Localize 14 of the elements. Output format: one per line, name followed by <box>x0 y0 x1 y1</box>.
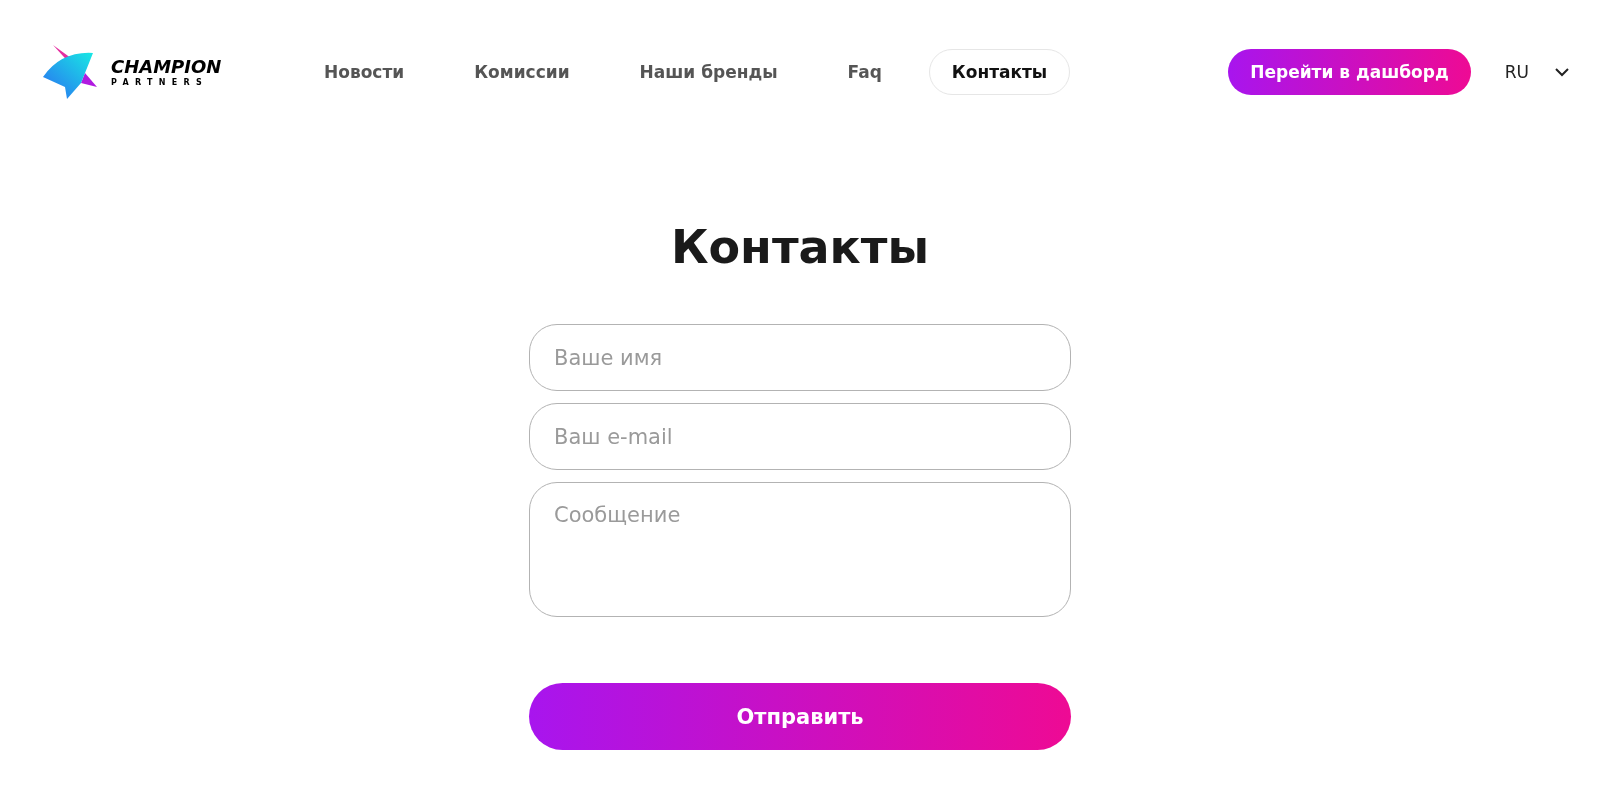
page-title: Контакты <box>670 220 930 274</box>
submit-button[interactable]: Отправить <box>529 683 1071 750</box>
nav-tab[interactable]: Комиссии <box>451 49 593 95</box>
input-field[interactable]: Ваш e-mail <box>529 403 1071 470</box>
dashboard-button[interactable]: Перейти в дашборд <box>1228 49 1471 95</box>
nav-tab[interactable]: Faq <box>824 49 905 95</box>
nav-tab[interactable]: Новости <box>301 49 428 95</box>
message-field[interactable]: Сообщение <box>529 482 1071 617</box>
input-field[interactable]: Ваше имя <box>529 324 1071 391</box>
language-selector[interactable]: RU <box>1504 62 1529 82</box>
nav-tab[interactable]: Наши бренды <box>616 49 801 95</box>
logo-title: CHAMPION <box>111 57 222 76</box>
logo-subtitle: PARTNERS <box>111 78 210 87</box>
chevron-down-icon[interactable] <box>1553 67 1570 77</box>
